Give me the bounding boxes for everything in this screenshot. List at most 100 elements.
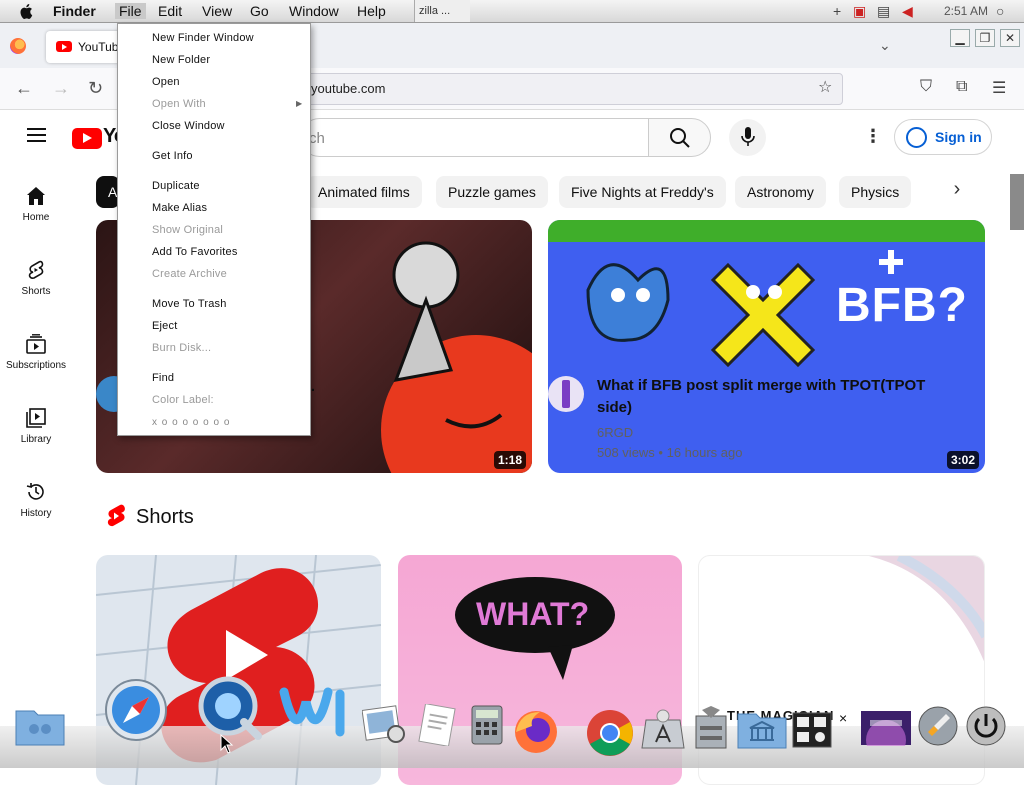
menu-help[interactable]: Help (357, 3, 386, 19)
menu-item-move-to-trash[interactable]: Move To Trash (152, 298, 227, 310)
sidebar-item-home[interactable]: Home (0, 186, 72, 223)
app-store-icon[interactable] (640, 706, 686, 750)
search-button[interactable] (648, 118, 711, 157)
photo-stack-icon[interactable] (860, 710, 912, 746)
search-input[interactable]: ch (300, 118, 648, 157)
extensions-icon[interactable]: ⧉ (956, 78, 967, 96)
speech-bubble-text: WHAT? (476, 596, 590, 632)
plus-icon[interactable]: + (833, 3, 841, 19)
library-icon (26, 408, 46, 428)
menu-edit[interactable]: Edit (158, 3, 182, 19)
menu-item-close-window[interactable]: Close Window (152, 120, 225, 132)
sidebar-item-subscriptions[interactable]: Subscriptions (0, 334, 72, 371)
search-icon (670, 128, 690, 148)
menu-item-create-archive[interactable]: Create Archive (152, 268, 227, 280)
quicktime-icon[interactable] (196, 676, 264, 742)
channel-name[interactable]: 6RGD (597, 425, 633, 440)
menu-item-eject[interactable]: Eject (152, 320, 177, 332)
file-menu-dropdown: New Finder Window New Folder Open Open W… (117, 23, 311, 436)
view-count: 508 views (597, 445, 655, 460)
forward-arrow-icon[interactable]: → (52, 78, 70, 99)
bookmark-star-icon[interactable]: ☆ (818, 77, 832, 97)
menu-item-open[interactable]: Open (152, 76, 180, 88)
chips-next-chevron-icon[interactable]: › (942, 178, 972, 208)
volume-muted-icon[interactable]: ◀ (902, 3, 913, 20)
youtube-logo-icon[interactable] (72, 128, 102, 149)
spotlight-search-icon[interactable]: ○ (996, 3, 1004, 19)
firefox-menu-icon[interactable] (10, 38, 26, 54)
reload-icon[interactable]: ↻ (88, 78, 103, 99)
word-processor-icon[interactable] (276, 682, 356, 742)
color-label-swatches[interactable]: x o o o o o o o (152, 417, 230, 428)
sign-in-label: Sign in (935, 129, 982, 145)
menu-item-show-original[interactable]: Show Original (152, 224, 223, 236)
chip-astronomy[interactable]: Astronomy (735, 176, 826, 208)
menu-item-burn-disk[interactable]: Burn Disk... (152, 342, 211, 354)
video-title[interactable]: What if BFB post split merge with TPOT(T… (597, 375, 957, 419)
system-preferences-icon[interactable] (694, 706, 728, 750)
home-icon (27, 187, 45, 205)
sidebar-item-shorts[interactable]: Shorts (0, 260, 72, 297)
preview-icon[interactable] (362, 704, 408, 746)
menu-window[interactable]: Window (289, 3, 339, 19)
sidebar-item-history[interactable]: History (0, 482, 72, 519)
app-menu-finder[interactable]: Finder (53, 3, 96, 19)
firefox-icon[interactable] (512, 708, 560, 756)
menu-file[interactable]: File (115, 3, 146, 19)
safari-icon[interactable] (104, 678, 168, 742)
dock-close-mark[interactable]: × (839, 710, 847, 726)
page-scrollbar-thumb[interactable] (1010, 174, 1024, 230)
menu-item-duplicate[interactable]: Duplicate (152, 180, 200, 192)
subscriptions-icon (26, 334, 46, 354)
sign-in-button[interactable]: Sign in (894, 119, 992, 155)
mac-menu-bar: Finder File Edit View Go Window Help zil… (0, 0, 1024, 23)
chip-puzzle-games[interactable]: Puzzle games (436, 176, 548, 208)
pocket-icon[interactable]: ⛉ (920, 78, 932, 96)
minimize-button[interactable]: ▁ (950, 29, 970, 47)
menu-view[interactable]: View (202, 3, 232, 19)
menu-item-new-finder-window[interactable]: New Finder Window (152, 32, 254, 44)
textedit-icon[interactable] (418, 704, 458, 746)
mouse-cursor-icon (220, 734, 234, 754)
clipboard-icon[interactable]: ▤ (877, 3, 890, 20)
menu-item-find[interactable]: Find (152, 372, 174, 384)
running-app-tab[interactable]: zilla ... (414, 0, 470, 22)
shutdown-icon[interactable] (966, 706, 1006, 746)
sidebar-label: Library (20, 434, 52, 445)
guide-menu-icon[interactable] (27, 128, 46, 142)
menu-go[interactable]: Go (250, 3, 269, 19)
tab-list-chevron-icon[interactable]: ⌄ (879, 37, 891, 54)
back-arrow-icon[interactable]: ← (15, 78, 33, 99)
upload-age: 16 hours ago (666, 445, 743, 460)
sidebar-item-library[interactable]: Library (0, 408, 72, 445)
voice-search-button[interactable] (729, 119, 766, 156)
launchpad-rocket-icon[interactable] (918, 706, 958, 746)
menu-item-new-folder[interactable]: New Folder (152, 54, 210, 66)
app-menu-hamburger-icon[interactable]: ☰ (992, 78, 1006, 98)
menu-item-add-to-favorites[interactable]: Add To Favorites (152, 246, 238, 258)
apple-menu-icon[interactable] (18, 3, 36, 20)
close-window-button[interactable]: ✕ (1000, 29, 1020, 47)
channel-avatar[interactable] (548, 376, 584, 412)
dashboard-icon[interactable] (792, 712, 832, 748)
maximize-button[interactable]: ❐ (975, 29, 995, 47)
calculator-icon[interactable] (470, 704, 504, 746)
chip-animated-films[interactable]: Animated films (306, 176, 422, 208)
thumbnail-overlay-text: BFB? (836, 279, 968, 332)
shorts-logo-icon (107, 504, 125, 527)
submenu-arrow-icon: ▶ (296, 99, 303, 108)
settings-more-icon[interactable]: ⋮ (864, 126, 882, 147)
network-folder-icon[interactable] (736, 710, 788, 750)
network-status-icon[interactable]: ▣ (853, 3, 866, 20)
menu-item-get-info[interactable]: Get Info (152, 150, 193, 162)
microphone-icon (741, 127, 755, 146)
sidebar-label: Home (22, 212, 50, 223)
chip-five-nights-at-freddys[interactable]: Five Nights at Freddy's (559, 176, 726, 208)
menu-item-make-alias[interactable]: Make Alias (152, 202, 207, 214)
chrome-icon[interactable] (585, 708, 635, 758)
chip-physics[interactable]: Physics (839, 176, 912, 208)
video-stats: 508 views • 16 hours ago (597, 445, 743, 460)
menu-item-open-with[interactable]: Open With (152, 98, 206, 110)
people-folder-icon[interactable] (14, 705, 66, 747)
menubar-clock[interactable]: 2:51 AM (944, 4, 988, 18)
